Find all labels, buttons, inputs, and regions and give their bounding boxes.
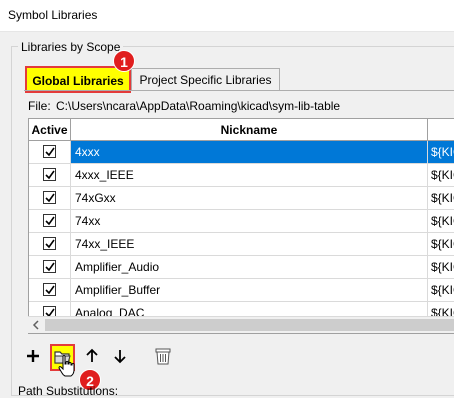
- library-path: ${KIC: [431, 260, 454, 274]
- library-nickname: 4xxx_IEEE: [75, 168, 134, 182]
- library-nickname: 4xxx: [75, 145, 100, 159]
- library-path: ${KIC: [431, 283, 454, 297]
- table-row[interactable]: 4xxx_IEEE ${KIC: [29, 164, 454, 187]
- callout-badge-1: 1: [113, 50, 135, 72]
- table-row[interactable]: 74xGxx ${KIC: [29, 187, 454, 210]
- file-path: C:\Users\ncara\AppData\Roaming\kicad\sym…: [56, 99, 341, 113]
- library-nickname: 74xx: [75, 214, 101, 228]
- table-row[interactable]: Amplifier_Audio ${KIC: [29, 256, 454, 279]
- active-checkbox[interactable]: [43, 145, 56, 158]
- library-path: ${KIC: [431, 145, 454, 159]
- add-library-button[interactable]: [22, 345, 44, 367]
- column-header-nickname[interactable]: Nickname: [71, 119, 428, 141]
- column-header-active[interactable]: Active: [29, 119, 71, 141]
- active-checkbox[interactable]: [43, 260, 56, 273]
- tab-project-specific-libraries-label: Project Specific Libraries: [139, 73, 272, 87]
- tab-global-libraries-label: Global Libraries: [32, 74, 124, 88]
- library-nickname: 74xGxx: [75, 191, 116, 205]
- active-checkbox[interactable]: [43, 191, 56, 204]
- tab-divider: [24, 90, 454, 91]
- move-down-button[interactable]: [109, 345, 131, 367]
- libraries-by-scope-label: Libraries by Scope: [18, 40, 124, 54]
- table-row[interactable]: 74xx ${KIC: [29, 210, 454, 233]
- library-nickname: Amplifier_Buffer: [75, 283, 161, 297]
- move-up-button[interactable]: [81, 345, 103, 367]
- table-row[interactable]: Amplifier_Buffer ${KIC: [29, 279, 454, 302]
- window-title: Symbol Libraries: [8, 8, 98, 22]
- table-row[interactable]: 4xxx ${KIC: [29, 141, 454, 164]
- library-path: ${KIC: [431, 237, 454, 251]
- column-header-library-path[interactable]: [428, 119, 454, 141]
- tab-global-libraries[interactable]: Global Libraries: [25, 66, 131, 93]
- scrollbar-thumb[interactable]: [45, 319, 454, 331]
- tab-project-specific-libraries[interactable]: Project Specific Libraries: [131, 68, 280, 90]
- library-path: ${KIC: [431, 191, 454, 205]
- hand-cursor-icon: [58, 355, 76, 380]
- active-checkbox[interactable]: [43, 214, 56, 227]
- active-checkbox[interactable]: [43, 283, 56, 296]
- horizontal-scrollbar[interactable]: [28, 316, 454, 333]
- file-label: File:: [28, 99, 51, 113]
- remove-library-button[interactable]: [152, 345, 174, 367]
- library-table[interactable]: Active Nickname 4xxx ${KIC 4xxx_IEEE ${K…: [28, 118, 454, 334]
- table-row[interactable]: 74xx_IEEE ${KIC: [29, 233, 454, 256]
- library-path: ${KIC: [431, 168, 454, 182]
- path-substitutions-label: Path Substitutions:: [18, 384, 119, 398]
- active-checkbox[interactable]: [43, 168, 56, 181]
- title-bar: Symbol Libraries: [0, 0, 454, 32]
- library-nickname: 74xx_IEEE: [75, 237, 135, 251]
- scroll-left-icon[interactable]: [28, 317, 44, 333]
- active-checkbox[interactable]: [43, 237, 56, 250]
- library-path: ${KIC: [431, 214, 454, 228]
- library-nickname: Amplifier_Audio: [75, 260, 160, 274]
